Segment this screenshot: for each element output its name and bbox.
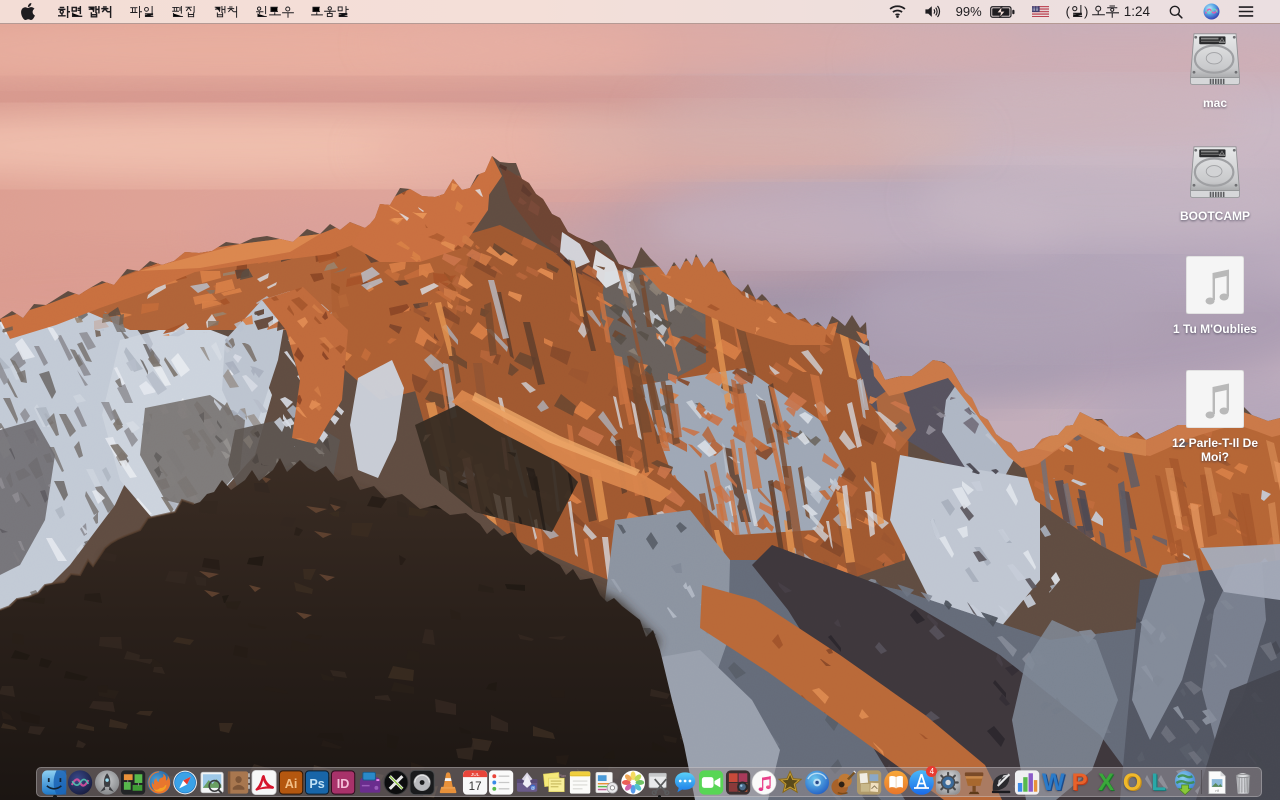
svg-text:Ai: Ai [284,776,297,790]
svg-text:Ps: Ps [309,776,324,790]
svg-text:Plan: Plan [558,773,566,778]
svg-text:@: @ [531,785,536,790]
svg-text:17: 17 [468,779,481,792]
svg-text:JUL: JUL [471,772,480,778]
svg-text:ID: ID [337,776,350,790]
